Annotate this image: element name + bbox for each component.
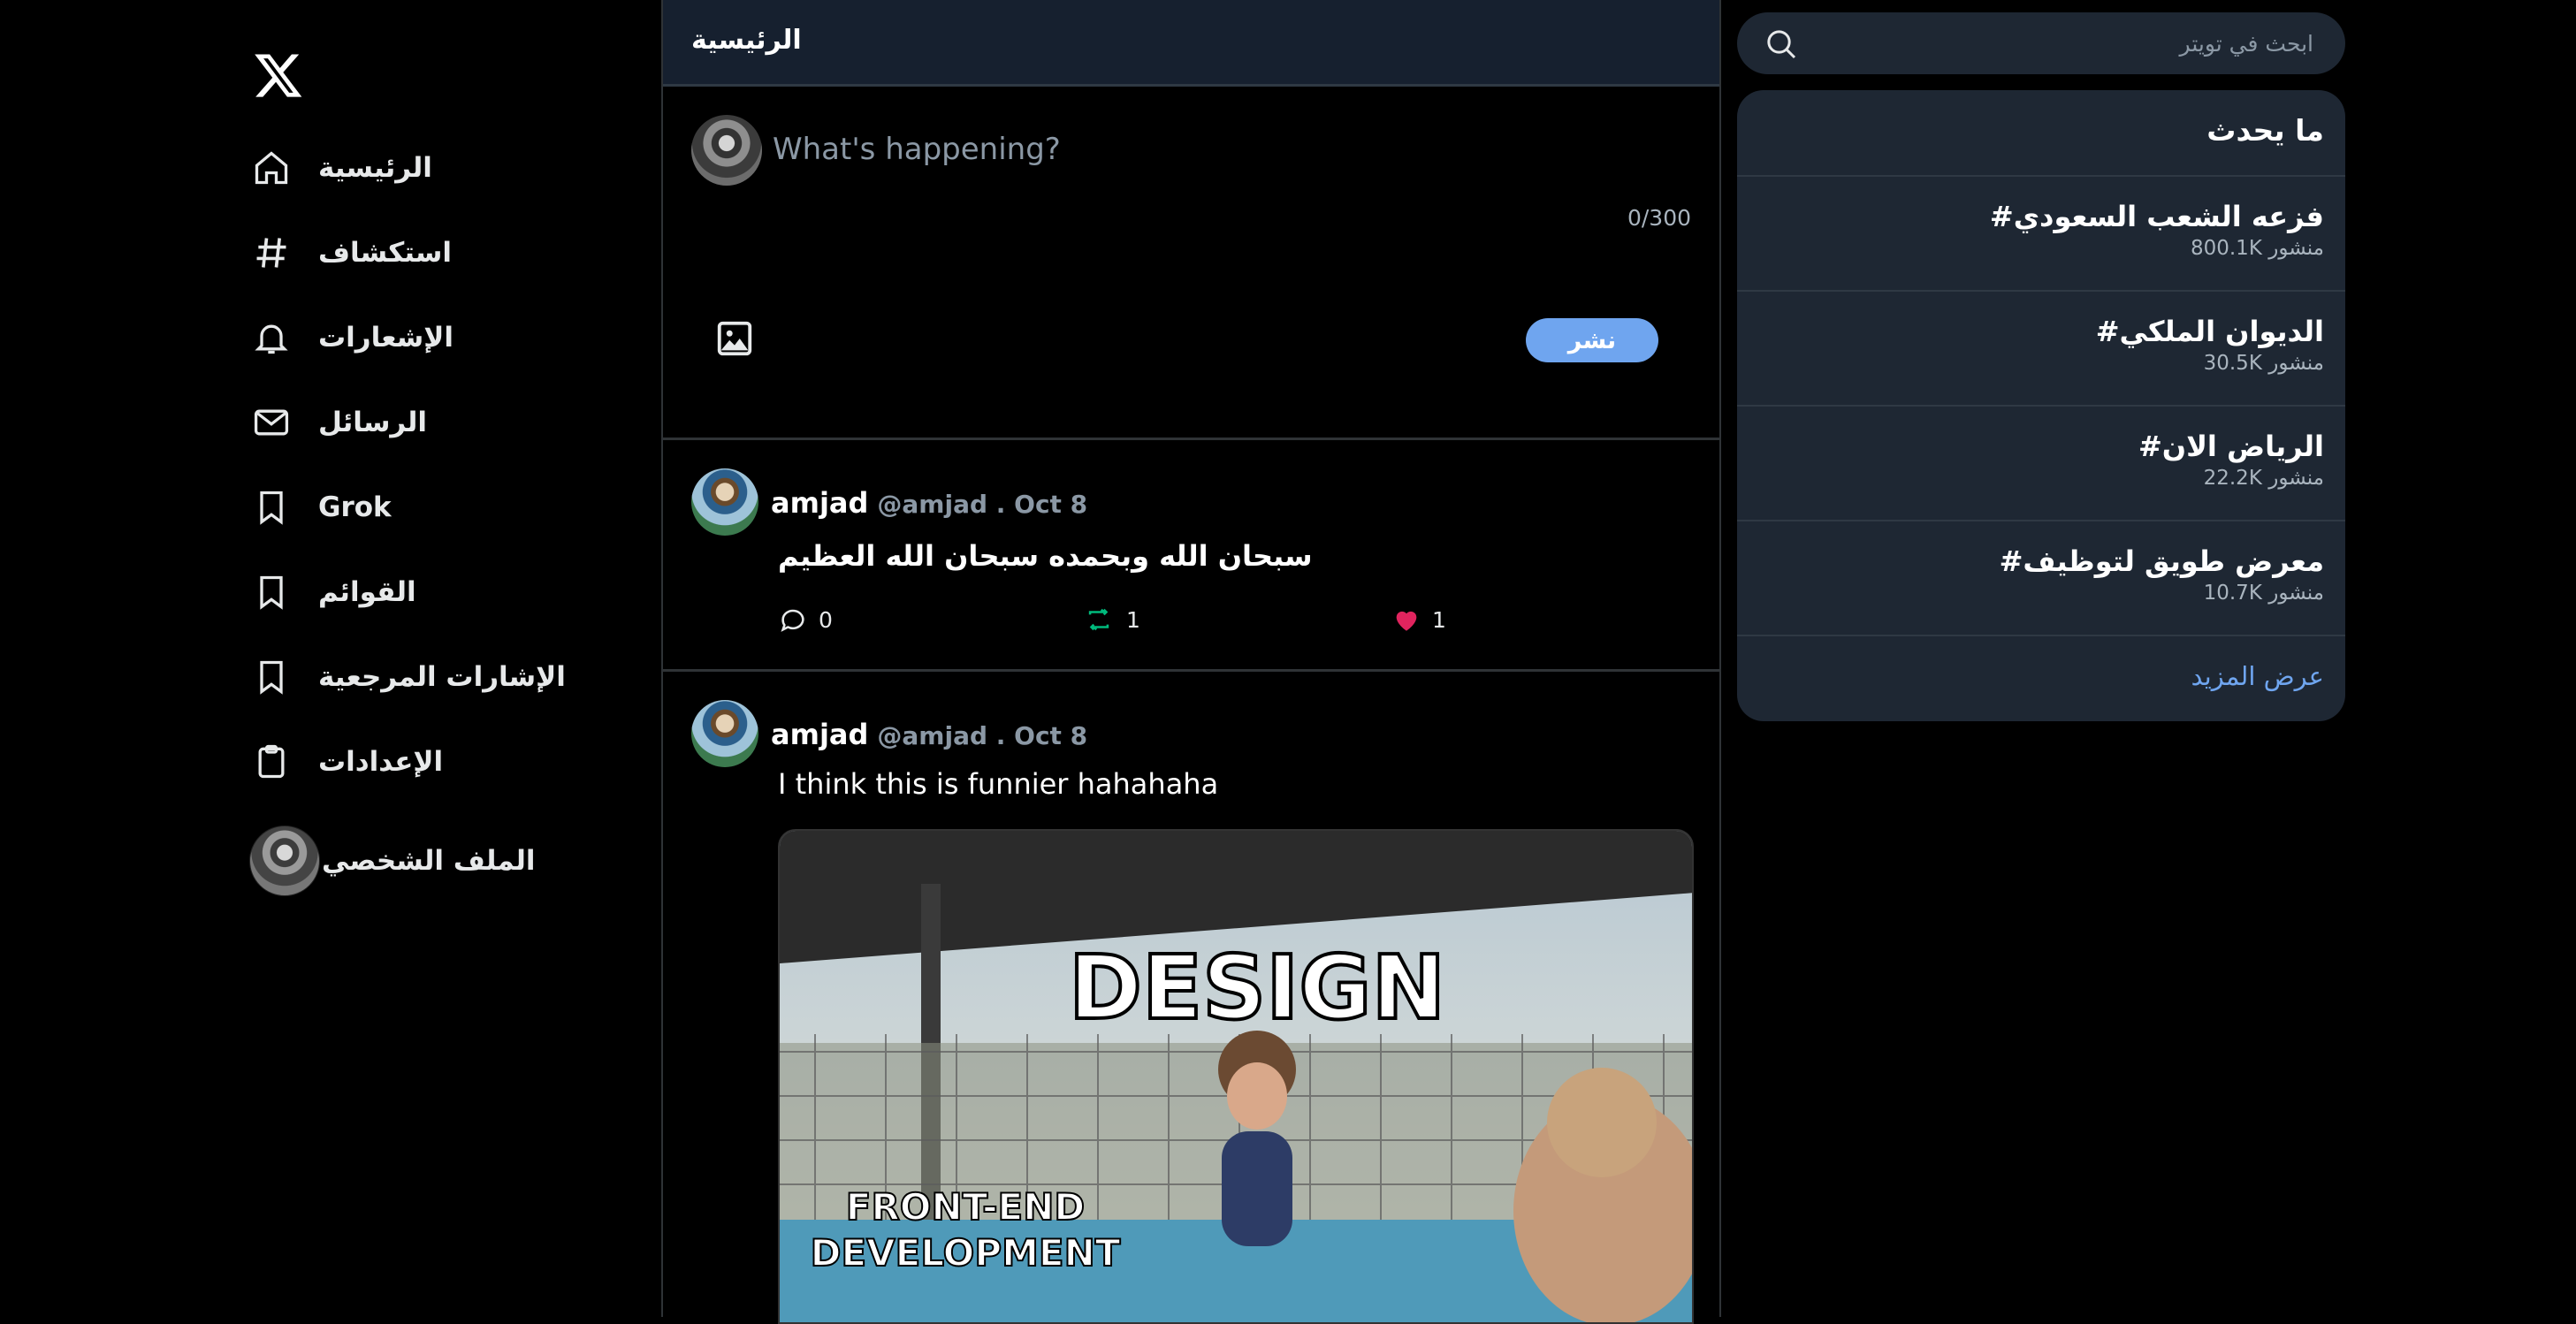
sidebar: الرئيسية استكشاف الإشعارات الرسائل Grok … xyxy=(0,0,661,1317)
avatar xyxy=(691,115,762,186)
sidebar-item-grok[interactable]: Grok xyxy=(251,481,392,534)
retweet-icon xyxy=(1088,608,1109,631)
trends-title: ما يحدث xyxy=(2206,113,2324,148)
bell-icon xyxy=(251,317,292,358)
char-counter: 0/300 xyxy=(1627,205,1691,231)
page-header: الرئيسية xyxy=(663,0,1719,87)
retweet-count: 1 xyxy=(1126,606,1140,633)
trend-item[interactable]: #فزعه الشعب السعودي 800.1K منشور xyxy=(1737,175,2345,290)
x-logo-icon[interactable] xyxy=(253,49,304,101)
image-icon[interactable] xyxy=(714,318,755,359)
home-icon xyxy=(251,148,292,188)
avatar[interactable] xyxy=(691,468,758,536)
like-button[interactable]: 1 xyxy=(1391,605,1446,635)
sidebar-item-notifications[interactable]: الإشعارات xyxy=(251,311,453,364)
sidebar-item-label: الرئيسية xyxy=(318,152,432,184)
tweet-text: سبحان الله وبحمده سبحان الله العظيم xyxy=(778,539,1313,573)
hashtag-icon xyxy=(251,232,292,273)
sidebar-item-explore[interactable]: استكشاف xyxy=(251,226,452,279)
tweet-handle-date: @amjad . Oct 8 xyxy=(877,490,1088,519)
sidebar-item-bookmarks[interactable]: الإشارات المرجعية xyxy=(251,651,566,704)
search-bar xyxy=(1737,12,2345,74)
main-timeline: الرئيسية 0/300 نشر amjad @amjad . Oct 8 … xyxy=(661,0,1721,1324)
sidebar-item-settings[interactable]: الإعدادات xyxy=(251,735,443,788)
bookmark-icon xyxy=(251,657,292,697)
trends-panel: ما يحدث #فزعه الشعب السعودي 800.1K منشور… xyxy=(1737,90,2345,721)
compose-input[interactable] xyxy=(771,131,1690,168)
tweet[interactable]: amjad @amjad . Oct 8 سبحان الله وبحمده س… xyxy=(663,440,1719,672)
tweet-actions: 0 1 1 xyxy=(778,605,1538,640)
mail-icon xyxy=(251,402,292,443)
trend-tag: #الرياض الان xyxy=(2138,430,2324,463)
search-icon[interactable] xyxy=(1764,27,1799,62)
retweet-button[interactable]: 1 xyxy=(1082,605,1140,635)
page-title: الرئيسية xyxy=(691,25,802,56)
trend-item[interactable]: #معرض طويق لتوظيف 10.7K منشور xyxy=(1737,520,2345,635)
sidebar-item-label: القوائم xyxy=(318,576,416,608)
tweet-author-name[interactable]: amjad xyxy=(771,486,868,520)
meme-image: DESIGN FRONT-END DEVELOPMENT xyxy=(780,831,1692,1322)
sidebar-item-label: الرسائل xyxy=(318,407,427,438)
tweet-author-name[interactable]: amjad xyxy=(771,718,868,751)
sidebar-item-label: استكشاف xyxy=(318,237,452,269)
bookmark-icon xyxy=(251,487,292,528)
meme-caption-top: DESIGN xyxy=(1069,936,1445,1039)
tweet-header: amjad @amjad . Oct 8 xyxy=(771,718,1087,751)
reply-count: 0 xyxy=(819,606,833,633)
trend-count: 30.5K منشور xyxy=(2203,352,2324,375)
trend-item[interactable]: #الرياض الان 22.2K منشور xyxy=(1737,405,2345,520)
tweet[interactable]: amjad @amjad . Oct 8 I think this is fun… xyxy=(663,672,1719,1324)
tweet-image[interactable]: DESIGN FRONT-END DEVELOPMENT xyxy=(778,829,1694,1324)
tweet-text: I think this is funnier hahahaha xyxy=(778,767,1219,801)
search-input[interactable] xyxy=(1817,12,2315,74)
clipboard-icon xyxy=(251,742,292,782)
trend-tag: #فزعه الشعب السعودي xyxy=(1989,200,2324,233)
tweet-composer: 0/300 نشر xyxy=(663,87,1719,440)
sidebar-item-label: الملف الشخصي xyxy=(322,845,536,877)
reply-icon xyxy=(781,609,804,632)
sidebar-item-lists[interactable]: القوائم xyxy=(251,566,416,619)
trend-tag: #الديوان الملكي xyxy=(2095,315,2324,348)
trend-item[interactable]: #الديوان الملكي 30.5K منشور xyxy=(1737,290,2345,405)
trend-count: 10.7K منشور xyxy=(2203,582,2324,605)
trend-tag: #معرض طويق لتوظيف xyxy=(1999,544,2324,578)
like-count: 1 xyxy=(1432,606,1446,633)
post-button[interactable]: نشر xyxy=(1526,318,1658,362)
meme-caption-bottom-1: FRONT-END xyxy=(846,1185,1086,1229)
avatar xyxy=(249,826,320,896)
meme-caption-bottom-2: DEVELOPMENT xyxy=(811,1231,1121,1275)
avatar[interactable] xyxy=(691,700,758,767)
sidebar-item-home[interactable]: الرئيسية xyxy=(251,141,432,194)
sidebar-item-label: الإشارات المرجعية xyxy=(318,661,566,693)
show-more-link[interactable]: عرض المزيد xyxy=(1737,635,2345,721)
bookmark-icon xyxy=(251,572,292,613)
heart-icon xyxy=(1396,611,1417,631)
tweet-handle-date: @amjad . Oct 8 xyxy=(877,721,1088,750)
sidebar-item-label: الإعدادات xyxy=(318,746,444,778)
tweet-header: amjad @amjad . Oct 8 xyxy=(771,486,1087,520)
sidebar-item-messages[interactable]: الرسائل xyxy=(251,396,427,449)
trend-count: 22.2K منشور xyxy=(2203,467,2324,490)
trend-count: 800.1K منشور xyxy=(2190,237,2324,260)
sidebar-item-label: الإشعارات xyxy=(318,322,453,354)
sidebar-item-profile[interactable]: الملف الشخصي xyxy=(249,826,535,896)
sidebar-item-label: Grok xyxy=(318,491,392,523)
reply-button[interactable]: 0 xyxy=(778,605,833,635)
